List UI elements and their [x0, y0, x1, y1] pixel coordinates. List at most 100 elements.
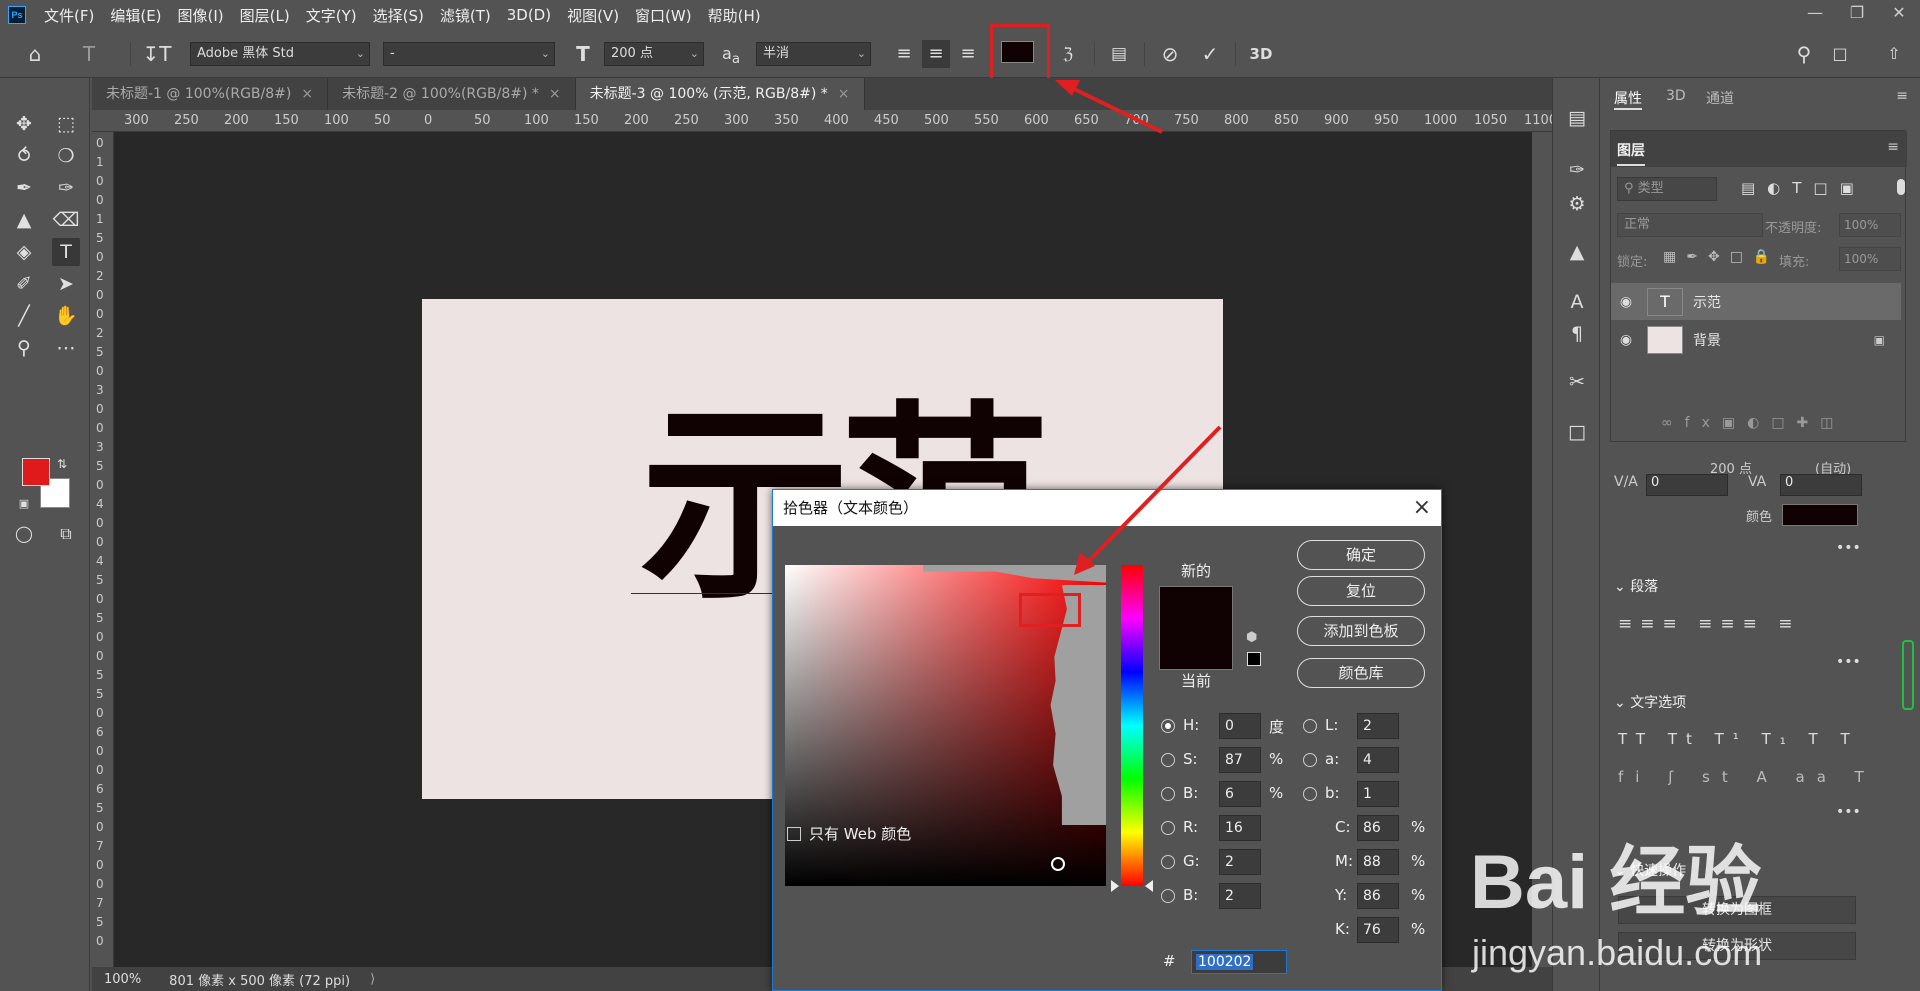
eraser-tool-icon[interactable]: ⌫	[52, 206, 80, 234]
color-libraries-button[interactable]: 颜色库	[1297, 658, 1425, 688]
layer-name[interactable]: 示范	[1693, 292, 1721, 312]
menu-image[interactable]: 图像(I)	[170, 5, 232, 26]
home-icon[interactable]: ⌂	[20, 40, 50, 68]
more-icon[interactable]: •••	[1836, 540, 1861, 556]
paragraph-section[interactable]: ⌄ 段落	[1614, 576, 1658, 596]
blue-input[interactable]: 2	[1219, 883, 1261, 909]
menu-3d[interactable]: 3D(D)	[499, 6, 559, 24]
foreground-color-swatch[interactable]	[22, 458, 50, 486]
adjustments-icon[interactable]: ⚙	[1563, 190, 1591, 218]
move-tool-icon[interactable]: ✥	[10, 110, 38, 138]
toggle-text-orientation-icon[interactable]: ↧T	[142, 40, 172, 68]
reset-button[interactable]: 复位	[1297, 576, 1425, 606]
commit-icon[interactable]: ✓	[1195, 40, 1225, 68]
menu-filter[interactable]: 滤镜(T)	[432, 5, 499, 26]
lab-l-input[interactable]: 2	[1357, 713, 1399, 739]
green-input[interactable]: 2	[1219, 849, 1261, 875]
tool-presets-icon[interactable]: ✂	[1563, 368, 1591, 396]
3d-button[interactable]: 3D	[1246, 40, 1276, 68]
hue-input[interactable]: 0	[1219, 713, 1261, 739]
fill-field[interactable]: 100%	[1839, 247, 1901, 271]
hue-slider-handle[interactable]	[1145, 880, 1153, 892]
layer-name[interactable]: 背景	[1693, 330, 1721, 350]
screen-mode-icon[interactable]: ⧉	[52, 520, 80, 548]
close-icon[interactable]: ×	[301, 86, 313, 102]
menu-select[interactable]: 选择(S)	[365, 5, 432, 26]
close-window-icon[interactable]: ✕	[1878, 0, 1920, 26]
lasso-tool-icon[interactable]: ⥀	[10, 142, 38, 170]
marquee-tool-icon[interactable]: ⬚	[52, 110, 80, 138]
menu-type[interactable]: 文字(Y)	[298, 5, 365, 26]
brush-settings-icon[interactable]: ✑	[1563, 156, 1591, 184]
lab-a-radio[interactable]	[1303, 753, 1317, 767]
more-icon[interactable]: •••	[1836, 654, 1861, 670]
zoom-tool-icon[interactable]: ⚲	[10, 334, 38, 362]
antialias-select[interactable]: 半消 ⌄	[756, 42, 871, 66]
red-input[interactable]: 16	[1219, 815, 1261, 841]
hand-tool-icon[interactable]: ✋	[52, 302, 80, 330]
kerning-field[interactable]: 0	[1646, 474, 1728, 496]
tab-channels[interactable]: 通道	[1706, 88, 1734, 108]
panel-menu-icon[interactable]: ≡	[1896, 88, 1908, 104]
brightness-radio[interactable]	[1161, 787, 1175, 801]
align-right-icon[interactable]: ≡	[954, 40, 982, 68]
restore-icon[interactable]: ❐	[1836, 0, 1878, 26]
healing-brush-tool-icon[interactable]: ✑	[52, 174, 80, 202]
more-icon[interactable]: •••	[1836, 804, 1861, 820]
eyedropper-tool-icon[interactable]: ✒	[10, 174, 38, 202]
saturation-radio[interactable]	[1161, 753, 1175, 767]
stamp-tool-icon[interactable]: ▲	[10, 206, 38, 234]
black-input[interactable]: 76	[1357, 917, 1399, 943]
menu-edit[interactable]: 编辑(E)	[102, 5, 169, 26]
menu-window[interactable]: 窗口(W)	[627, 5, 700, 26]
brightness-input[interactable]: 6	[1219, 781, 1261, 807]
hue-slider-handle[interactable]	[1111, 880, 1119, 892]
lab-l-radio[interactable]	[1303, 719, 1317, 733]
tab-3d[interactable]: 3D	[1666, 88, 1686, 104]
web-colors-only-checkbox[interactable]	[787, 827, 801, 841]
layer-row-text[interactable]: ◉ T 示范	[1611, 283, 1901, 320]
lab-b-input[interactable]: 1	[1357, 781, 1399, 807]
char-color-swatch[interactable]	[1782, 504, 1858, 526]
magenta-input[interactable]: 88	[1357, 849, 1399, 875]
blue-radio[interactable]	[1161, 889, 1175, 903]
lab-a-input[interactable]: 4	[1357, 747, 1399, 773]
layer-filter-icons[interactable]: ▤◐T□▣	[1741, 179, 1866, 197]
type-tool-preset-icon[interactable]: T	[74, 40, 104, 68]
tab-properties[interactable]: 属性	[1614, 88, 1642, 110]
text-options-section[interactable]: ⌄ 文字选项	[1614, 692, 1686, 712]
hue-slider[interactable]	[1121, 565, 1143, 886]
yellow-input[interactable]: 86	[1357, 883, 1399, 909]
more-tools-icon[interactable]: ⋯	[52, 334, 80, 362]
cube-icon[interactable]: ⬢	[1246, 630, 1257, 645]
font-style-select[interactable]: - ⌄	[383, 42, 555, 66]
opacity-field[interactable]: 100%	[1839, 213, 1901, 237]
panel-menu-icon[interactable]: ≡	[1887, 139, 1899, 155]
doc-tab-2[interactable]: 未标题-2 @ 100%(RGB/8#) * ×	[328, 78, 576, 110]
close-icon[interactable]: ×	[838, 86, 850, 102]
filter-toggle[interactable]	[1897, 179, 1905, 195]
saturation-input[interactable]: 87	[1219, 747, 1261, 773]
character-icon[interactable]: A	[1563, 288, 1591, 316]
libraries-icon[interactable]: □	[1563, 418, 1591, 446]
menu-view[interactable]: 视图(V)	[559, 5, 627, 26]
zoom-level[interactable]: 100%	[104, 972, 141, 987]
menu-layer[interactable]: 图层(L)	[232, 5, 298, 26]
hue-radio[interactable]	[1161, 719, 1175, 733]
clone-source-icon[interactable]: ▲	[1563, 238, 1591, 266]
close-icon[interactable]: ×	[549, 86, 561, 102]
layers-title[interactable]: 图层	[1617, 140, 1645, 166]
paragraph-align-icons[interactable]: ≡≡≡ ≡≡≡ ≡	[1618, 614, 1801, 634]
type-tool-icon[interactable]: T	[52, 238, 80, 266]
ok-button[interactable]: 确定	[1297, 540, 1425, 570]
workspace-icon[interactable]: □	[1826, 40, 1854, 68]
search-icon[interactable]: ⚲	[1790, 40, 1818, 68]
scrollbar-indicator[interactable]	[1902, 640, 1914, 710]
web-safe-swatch[interactable]	[1247, 652, 1261, 666]
current-color-swatch[interactable]	[1159, 628, 1233, 670]
paragraph-icon[interactable]: ¶	[1563, 320, 1591, 348]
doc-tab-1[interactable]: 未标题-1 @ 100%(RGB/8#) ×	[92, 78, 329, 110]
opentype-icons[interactable]: fi ʃ st A aa T	[1618, 768, 1876, 786]
layer-filter-select[interactable]: ⚲ 类型	[1617, 177, 1717, 201]
red-radio[interactable]	[1161, 821, 1175, 835]
